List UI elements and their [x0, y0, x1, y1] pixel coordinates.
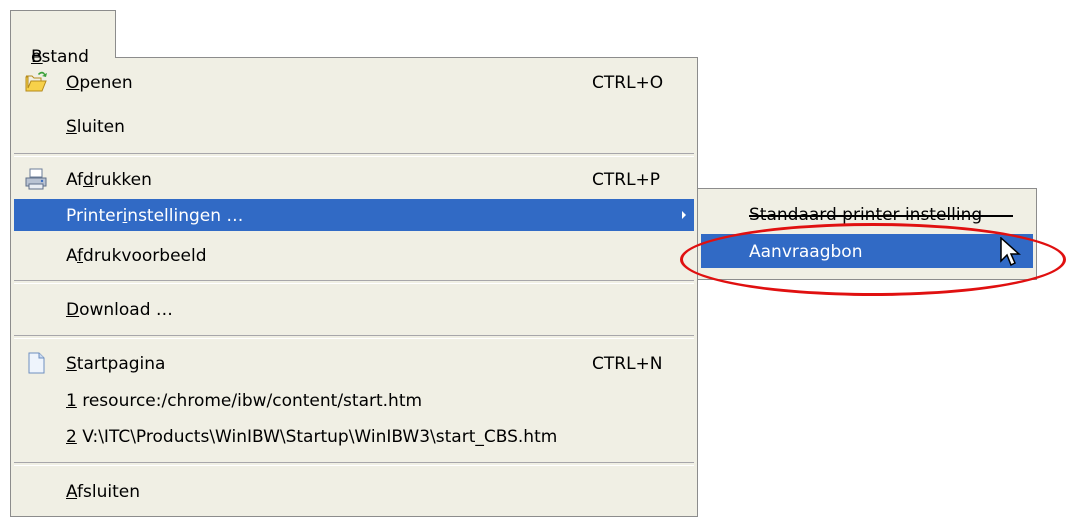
menu-item-download[interactable]: Download …: [14, 293, 694, 325]
menu-separator: [14, 280, 694, 284]
menu-item-sluiten[interactable]: Sluiten: [14, 110, 694, 142]
menu-item-openen-label: Openen: [66, 73, 133, 93]
menu-item-afsluiten[interactable]: Afsluiten: [14, 475, 694, 507]
menu-bestand[interactable]: Bestand: [10, 10, 116, 67]
menu-separator: [14, 462, 694, 466]
open-folder-icon: [25, 71, 47, 92]
shortcut-openen: CTRL+O: [592, 73, 664, 93]
file-menu-dropdown: Openen CTRL+O Sluiten Afdrukken CTRL+P P…: [10, 57, 698, 517]
menu-item-sluiten-label: Sluiten: [66, 117, 125, 137]
menu-item-afdrukvoorbeeld[interactable]: Afdrukvoorbeeld: [14, 239, 694, 271]
menu-item-afdrukvoorbeeld-label: Afdrukvoorbeeld: [66, 246, 207, 266]
menu-item-openen[interactable]: Openen CTRL+O: [14, 66, 694, 98]
menu-item-afdrukken[interactable]: Afdrukken CTRL+P: [14, 163, 694, 195]
menu-separator: [14, 153, 694, 157]
menu-item-recent-2-label: 2 V:\ITC\Products\WinIBW\Startup\WinIBW3…: [66, 427, 558, 447]
strikethrough-line: [749, 215, 1013, 217]
menu-item-recent-1-label: 1 resource:/chrome/ibw/content/start.htm: [66, 391, 423, 411]
menu-item-afdrukken-label: Afdrukken: [66, 170, 152, 190]
menu-item-startpagina-label: Startpagina: [66, 354, 166, 374]
menu-item-afsluiten-label: Afsluiten: [66, 482, 140, 502]
menu-separator: [14, 335, 694, 339]
shortcut-afdrukken: CTRL+P: [592, 170, 661, 190]
page-icon: [28, 352, 45, 374]
menu-item-printerinstellingen-label: Printerinstellingen …: [66, 206, 244, 226]
shortcut-startpagina: CTRL+N: [592, 354, 663, 374]
menu-item-printerinstellingen[interactable]: Printerinstellingen …: [14, 199, 694, 231]
mouse-cursor-icon: [1000, 237, 1021, 267]
printer-icon: [25, 168, 47, 190]
menu-item-startpagina[interactable]: Startpagina CTRL+N: [14, 347, 694, 379]
menu-item-recent-2[interactable]: 2 V:\ITC\Products\WinIBW\Startup\WinIBW3…: [14, 420, 694, 452]
menu-item-download-label: Download …: [66, 300, 173, 320]
submenu-arrow-icon: [682, 211, 686, 219]
menu-item-recent-1[interactable]: 1 resource:/chrome/ibw/content/start.htm: [14, 384, 694, 416]
